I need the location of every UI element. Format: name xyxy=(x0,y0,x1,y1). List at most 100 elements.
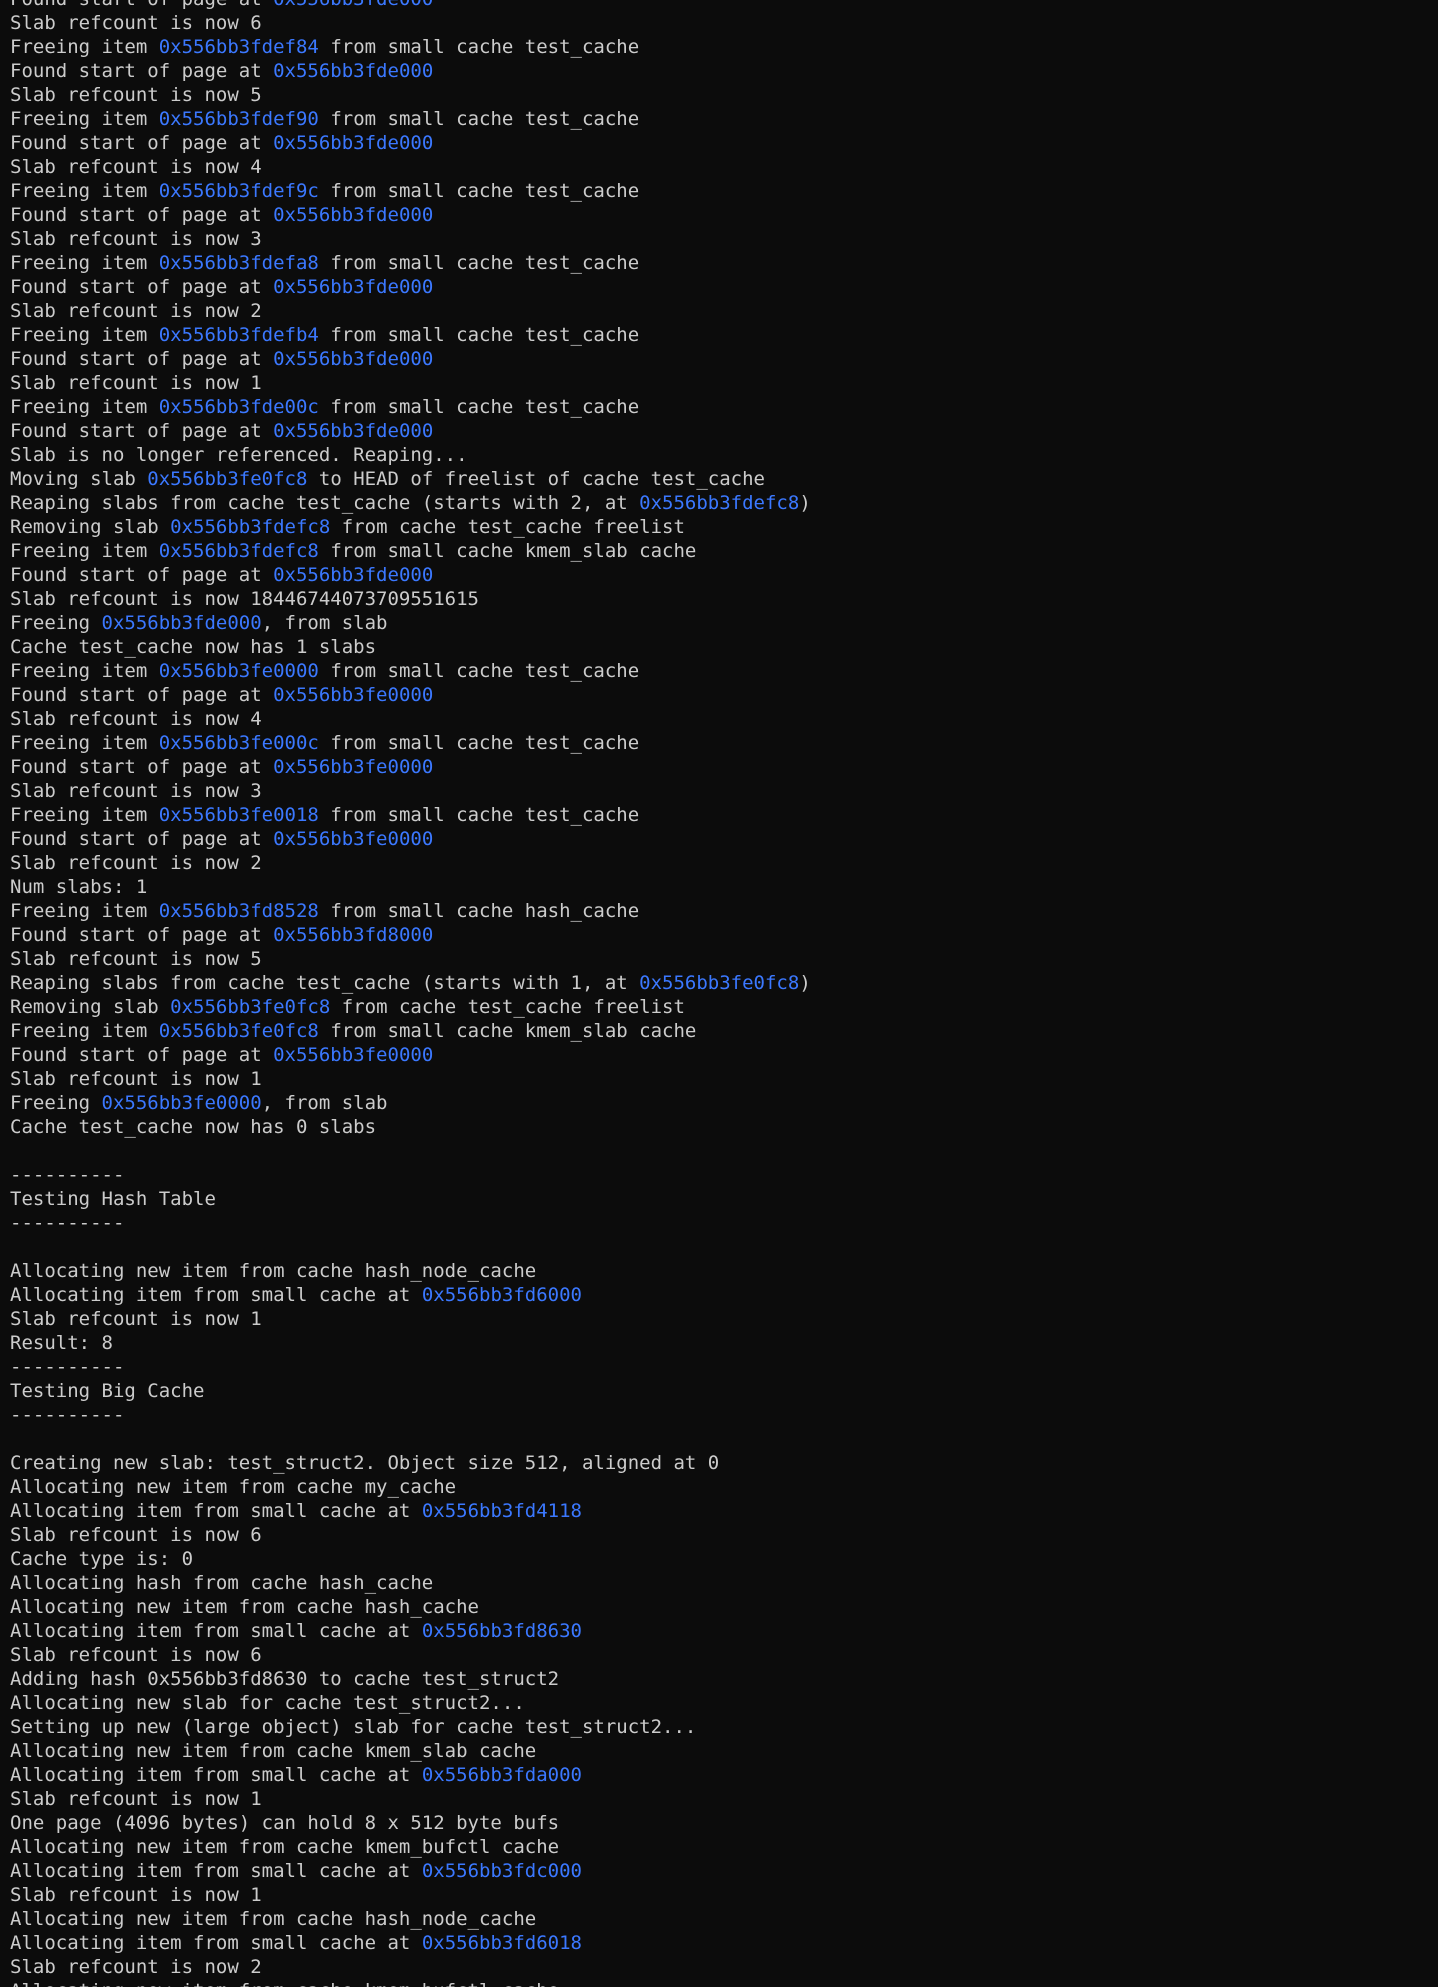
log-text: Removing slab xyxy=(10,516,171,538)
memory-address: 0x556bb3fdef84 xyxy=(158,36,319,58)
log-text: Found start of page at xyxy=(10,276,274,298)
log-text: from cache test_cache freelist xyxy=(330,516,685,538)
terminal-line: Slab refcount is now 1 xyxy=(10,1067,1438,1091)
memory-address: 0x556bb3fdefa8 xyxy=(158,252,319,274)
terminal-line: Allocating new item from cache my_cache xyxy=(10,1475,1438,1499)
terminal-line: Slab is no longer referenced. Reaping... xyxy=(10,443,1438,467)
terminal-line: Found start of page at 0x556bb3fe0000 xyxy=(10,683,1438,707)
log-text: ---------- xyxy=(10,1212,125,1234)
memory-address: 0x556bb3fde000 xyxy=(273,276,434,298)
log-text: from small cache test_cache xyxy=(318,324,640,346)
terminal-line: Creating new slab: test_struct2. Object … xyxy=(10,1451,1438,1475)
log-text: Found start of page at xyxy=(10,420,274,442)
log-text: Slab refcount is now 6 xyxy=(10,1524,262,1546)
terminal-line: Allocating item from small cache at 0x55… xyxy=(10,1859,1438,1883)
log-text: , from slab xyxy=(261,1092,388,1114)
terminal-window[interactable]: Found start of page at 0x556bb3fde000Sla… xyxy=(0,0,1438,1987)
log-text: from small cache test_cache xyxy=(318,660,640,682)
log-text: Found start of page at xyxy=(10,204,274,226)
terminal-line: Slab refcount is now 6 xyxy=(10,11,1438,35)
log-text: ---------- xyxy=(10,1356,125,1378)
terminal-line: Allocating item from small cache at 0x55… xyxy=(10,1499,1438,1523)
log-text: Freeing item xyxy=(10,804,159,826)
log-text: Found start of page at xyxy=(10,60,274,82)
log-text: One page (4096 bytes) can hold 8 x 512 b… xyxy=(10,1812,560,1834)
terminal-line: Adding hash 0x556bb3fd8630 to cache test… xyxy=(10,1667,1438,1691)
memory-address: 0x556bb3fe0000 xyxy=(273,684,434,706)
terminal-line: Slab refcount is now 1 xyxy=(10,1883,1438,1907)
log-text: from small cache test_cache xyxy=(318,180,640,202)
log-text: Allocating item from small cache at xyxy=(10,1860,422,1882)
terminal-line: Allocating new item from cache kmem_slab… xyxy=(10,1739,1438,1763)
terminal-line: Freeing item 0x556bb3fdefc8 from small c… xyxy=(10,539,1438,563)
terminal-line: Cache test_cache now has 0 slabs xyxy=(10,1115,1438,1139)
log-text: ---------- xyxy=(10,1164,125,1186)
terminal-line: Found start of page at 0x556bb3fde000 xyxy=(10,203,1438,227)
terminal-line: Freeing 0x556bb3fde000, from slab xyxy=(10,611,1438,635)
log-text: Freeing item xyxy=(10,900,159,922)
log-text: Testing Big Cache xyxy=(10,1380,205,1402)
log-text: from small cache kmem_slab cache xyxy=(318,540,697,562)
log-text: Slab refcount is now 6 xyxy=(10,1644,262,1666)
terminal-line: Found start of page at 0x556bb3fde000 xyxy=(10,419,1438,443)
terminal-line: Allocating new item from cache hash_cach… xyxy=(10,1595,1438,1619)
log-text: from small cache test_cache xyxy=(318,252,640,274)
log-text: Setting up new (large object) slab for c… xyxy=(10,1716,697,1738)
terminal-line: Slab refcount is now 1844674407370955161… xyxy=(10,587,1438,611)
log-text: Freeing item xyxy=(10,540,159,562)
log-text: from cache test_cache freelist xyxy=(330,996,685,1018)
terminal-line: Found start of page at 0x556bb3fde000 xyxy=(10,347,1438,371)
log-text: Allocating new item from cache kmem_slab… xyxy=(10,1740,537,1762)
terminal-line: ---------- xyxy=(10,1163,1438,1187)
memory-address: 0x556bb3fe0018 xyxy=(158,804,319,826)
memory-address: 0x556bb3fdef9c xyxy=(158,180,319,202)
terminal-line: Freeing item 0x556bb3fdef84 from small c… xyxy=(10,35,1438,59)
log-text: from small cache test_cache xyxy=(318,108,640,130)
log-text: Allocating new slab for cache test_struc… xyxy=(10,1692,525,1714)
terminal-line: Reaping slabs from cache test_cache (sta… xyxy=(10,491,1438,515)
terminal-line: Freeing 0x556bb3fe0000, from slab xyxy=(10,1091,1438,1115)
log-text: Adding hash 0x556bb3fd8630 to cache test… xyxy=(10,1668,560,1690)
log-text: Allocating hash from cache hash_cache xyxy=(10,1572,434,1594)
terminal-line: Slab refcount is now 2 xyxy=(10,299,1438,323)
log-text: Freeing item xyxy=(10,180,159,202)
memory-address: 0x556bb3fda000 xyxy=(421,1764,582,1786)
memory-address: 0x556bb3fdefc8 xyxy=(158,540,319,562)
log-text: Allocating item from small cache at xyxy=(10,1764,422,1786)
terminal-line: One page (4096 bytes) can hold 8 x 512 b… xyxy=(10,1811,1438,1835)
terminal-line: Slab refcount is now 1 xyxy=(10,1307,1438,1331)
log-text: from small cache test_cache xyxy=(318,396,640,418)
terminal-line: Slab refcount is now 5 xyxy=(10,83,1438,107)
memory-address: 0x556bb3fde000 xyxy=(273,348,434,370)
memory-address: 0x556bb3fde000 xyxy=(101,612,262,634)
terminal-line: Freeing item 0x556bb3fdefa8 from small c… xyxy=(10,251,1438,275)
log-text: Allocating item from small cache at xyxy=(10,1932,422,1954)
log-text: Freeing xyxy=(10,1092,102,1114)
log-text: Allocating item from small cache at xyxy=(10,1500,422,1522)
terminal-line: Found start of page at 0x556bb3fde000 xyxy=(10,59,1438,83)
terminal-line: Setting up new (large object) slab for c… xyxy=(10,1715,1438,1739)
log-text: Freeing item xyxy=(10,1020,159,1042)
terminal-line: Slab refcount is now 5 xyxy=(10,947,1438,971)
log-text: from small cache kmem_slab cache xyxy=(318,1020,697,1042)
terminal-line: Slab refcount is now 4 xyxy=(10,155,1438,179)
terminal-line: Num slabs: 1 xyxy=(10,875,1438,899)
terminal-line: ---------- xyxy=(10,1355,1438,1379)
log-text: Found start of page at xyxy=(10,684,274,706)
log-text: Found start of page at xyxy=(10,0,273,10)
memory-address: 0x556bb3fdefb4 xyxy=(158,324,319,346)
terminal-line: Slab refcount is now 3 xyxy=(10,779,1438,803)
log-text: to HEAD of freelist of cache test_cache xyxy=(307,468,765,490)
terminal-line: Testing Hash Table xyxy=(10,1187,1438,1211)
terminal-line: Removing slab 0x556bb3fe0fc8 from cache … xyxy=(10,995,1438,1019)
memory-address: 0x556bb3fe0fc8 xyxy=(147,468,308,490)
memory-address: 0x556bb3fd8528 xyxy=(158,900,319,922)
log-text: Found start of page at xyxy=(10,756,274,778)
log-text: Creating new slab: test_struct2. Object … xyxy=(10,1452,720,1474)
terminal-line: Slab refcount is now 6 xyxy=(10,1523,1438,1547)
log-text: Allocating new item from cache my_cache xyxy=(10,1476,457,1498)
terminal-line: Found start of page at 0x556bb3fe0000 xyxy=(10,827,1438,851)
terminal-line: Slab refcount is now 1 xyxy=(10,1787,1438,1811)
log-text: ---------- xyxy=(10,1404,125,1426)
